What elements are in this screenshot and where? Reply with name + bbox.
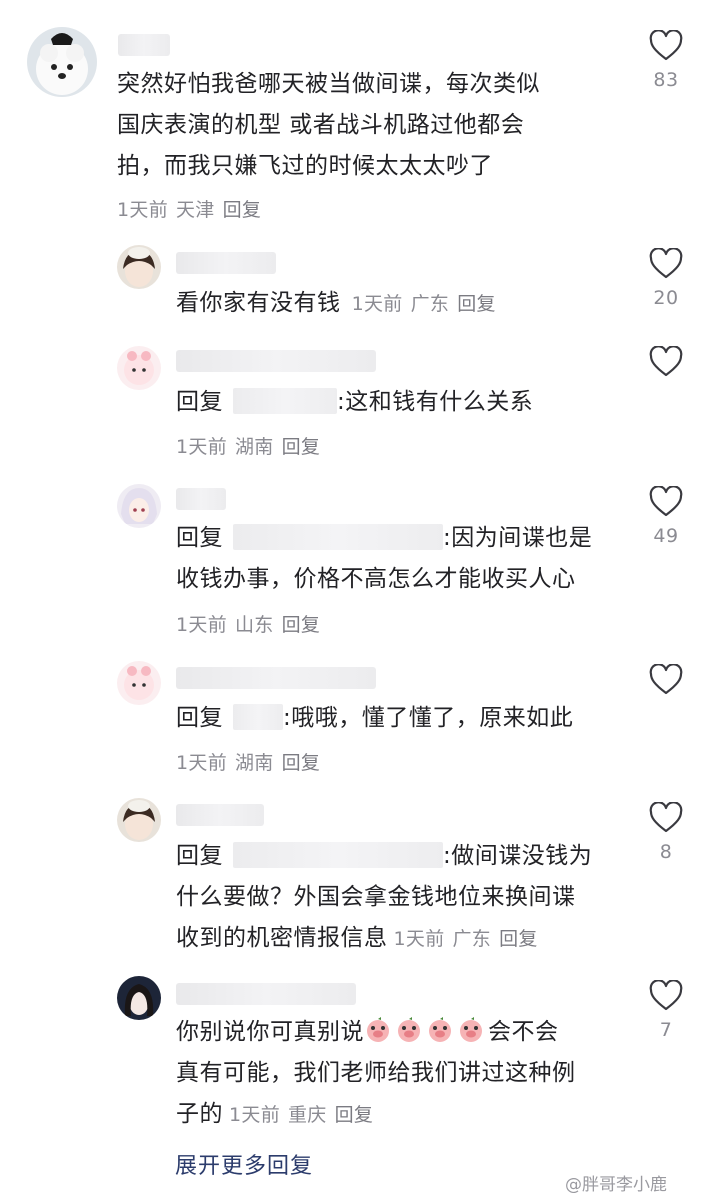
mention-username[interactable] xyxy=(233,524,443,550)
reply-text: :这和钱有什么关系 xyxy=(337,389,534,415)
location: 广东 xyxy=(452,928,492,950)
mention-username[interactable] xyxy=(233,842,443,868)
username[interactable] xyxy=(118,34,170,56)
reply-text: 你别说你可真别说 xyxy=(176,1019,364,1045)
avatar[interactable] xyxy=(117,661,161,705)
heart-outline-icon xyxy=(649,980,683,1011)
reply-row: 看你家有没有钱 1天前 广东 回复 xyxy=(176,283,504,324)
location: 重庆 xyxy=(288,1104,327,1126)
reply-body: 回复 :因为间谍也是 收钱办事，价格不高怎么才能收买人心 xyxy=(176,518,616,600)
comment-line: 国庆表演的机型 或者战斗机路过他都会 xyxy=(117,112,525,138)
username[interactable] xyxy=(176,350,376,372)
reply-button[interactable]: 回复 xyxy=(457,293,496,315)
avatar[interactable] xyxy=(27,27,97,97)
avatar[interactable] xyxy=(117,798,161,842)
reply-button[interactable]: 回复 xyxy=(335,1104,374,1126)
reply-text: 真有可能，我们老师给我们讲过这种例 xyxy=(176,1060,576,1086)
heart-outline-icon xyxy=(649,486,683,517)
reply-meta: 1天前 湖南 回复 xyxy=(176,432,328,459)
reply-body: 看你家有没有钱 xyxy=(176,290,341,316)
reply-button[interactable]: 回复 xyxy=(282,436,321,458)
like-count: 20 xyxy=(653,287,679,309)
reply-text: :因为间谍也是 xyxy=(443,525,593,551)
expand-more-replies-button[interactable]: 展开更多回复 xyxy=(175,1148,313,1180)
heart-outline-icon xyxy=(649,802,683,833)
timestamp: 1天前 xyxy=(351,293,403,315)
heart-outline-icon xyxy=(649,346,683,377)
timestamp: 1天前 xyxy=(176,436,227,458)
like-button[interactable]: 7 xyxy=(646,980,686,1041)
comment-body: 突然好怕我爸哪天被当做间谍，每次类似 国庆表演的机型 或者战斗机路过他都会 拍，… xyxy=(117,64,617,187)
reply-text: 收到的机密情报信息 xyxy=(176,925,388,951)
like-button[interactable]: 83 xyxy=(646,30,686,91)
heart-outline-icon xyxy=(649,664,683,695)
like-button[interactable] xyxy=(646,664,686,703)
avatar[interactable] xyxy=(117,484,161,528)
heart-outline-icon xyxy=(649,248,683,279)
reply-body: 你别说你可真别说 会不会 真有可能，我们老师给我们讲过这种例 子的 1天前 重庆 回复 xyxy=(176,1012,616,1136)
timestamp: 1天前 xyxy=(393,928,445,950)
reply-prefix: 回复 xyxy=(176,525,223,551)
like-button[interactable]: 20 xyxy=(646,248,686,309)
reply-meta: 1天前 湖南 回复 xyxy=(176,748,328,775)
like-count: 7 xyxy=(659,1019,673,1041)
location: 湖南 xyxy=(235,436,274,458)
reply-text: 收钱办事，价格不高怎么才能收买人心 xyxy=(176,566,576,592)
username[interactable] xyxy=(176,667,376,689)
location: 湖南 xyxy=(235,752,274,774)
reply-text: 子的 xyxy=(176,1101,223,1127)
reply-button[interactable]: 回复 xyxy=(223,199,262,221)
reply-prefix: 回复 xyxy=(176,705,223,731)
reply-text: :哦哦，懂了懂了，原来如此 xyxy=(283,705,574,731)
reply-body: 回复 :做间谍没钱为 什么要做？外国会拿金钱地位来换间谍 收到的机密情报信息 1天前… xyxy=(176,836,616,960)
mention-username[interactable] xyxy=(233,704,283,730)
timestamp: 1天前 xyxy=(229,1104,280,1126)
pig-face-emoji xyxy=(429,1017,451,1042)
location: 广东 xyxy=(410,293,450,315)
reply-button[interactable]: 回复 xyxy=(282,614,321,636)
username[interactable] xyxy=(176,252,276,274)
username[interactable] xyxy=(176,804,264,826)
avatar[interactable] xyxy=(117,346,161,390)
like-button[interactable]: 8 xyxy=(646,802,686,863)
like-button[interactable] xyxy=(646,346,686,385)
avatar[interactable] xyxy=(117,245,161,289)
reply-text: 什么要做？外国会拿金钱地位来换间谍 xyxy=(176,884,576,910)
location: 山东 xyxy=(235,614,274,636)
like-button[interactable]: 49 xyxy=(646,486,686,547)
reply-prefix: 回复 xyxy=(176,843,223,869)
mention-username[interactable] xyxy=(233,388,337,414)
timestamp: 1天前 xyxy=(176,614,227,636)
timestamp: 1天前 xyxy=(176,752,227,774)
reply-text: :做间谍没钱为 xyxy=(443,843,593,869)
like-count: 8 xyxy=(659,841,673,863)
like-count: 49 xyxy=(653,525,679,547)
comment-line: 拍，而我只嫌飞过的时候太太太吵了 xyxy=(117,153,493,179)
avatar[interactable] xyxy=(117,976,161,1020)
pig-face-emoji xyxy=(367,1017,389,1042)
reply-button[interactable]: 回复 xyxy=(282,752,321,774)
reply-button[interactable]: 回复 xyxy=(499,928,538,950)
reply-prefix: 回复 xyxy=(176,389,223,415)
timestamp: 1天前 xyxy=(117,199,168,221)
comment-meta: 1天前 天津 回复 xyxy=(117,195,269,222)
reply-body: 回复 :哦哦，懂了懂了，原来如此 xyxy=(176,698,573,739)
reply-text: 会不会 xyxy=(488,1019,559,1045)
watermark: @胖哥李小鹿 xyxy=(565,1175,667,1195)
reply-body: 回复 :这和钱有什么关系 xyxy=(176,382,533,423)
username[interactable] xyxy=(176,488,226,510)
reply-meta: 1天前 山东 回复 xyxy=(176,610,328,637)
pig-face-emoji xyxy=(460,1017,482,1042)
comment-line: 突然好怕我爸哪天被当做间谍，每次类似 xyxy=(117,71,540,97)
location: 天津 xyxy=(176,199,215,221)
username[interactable] xyxy=(176,983,356,1005)
heart-outline-icon xyxy=(649,30,683,61)
like-count: 83 xyxy=(653,69,679,91)
pig-face-emoji xyxy=(398,1017,420,1042)
